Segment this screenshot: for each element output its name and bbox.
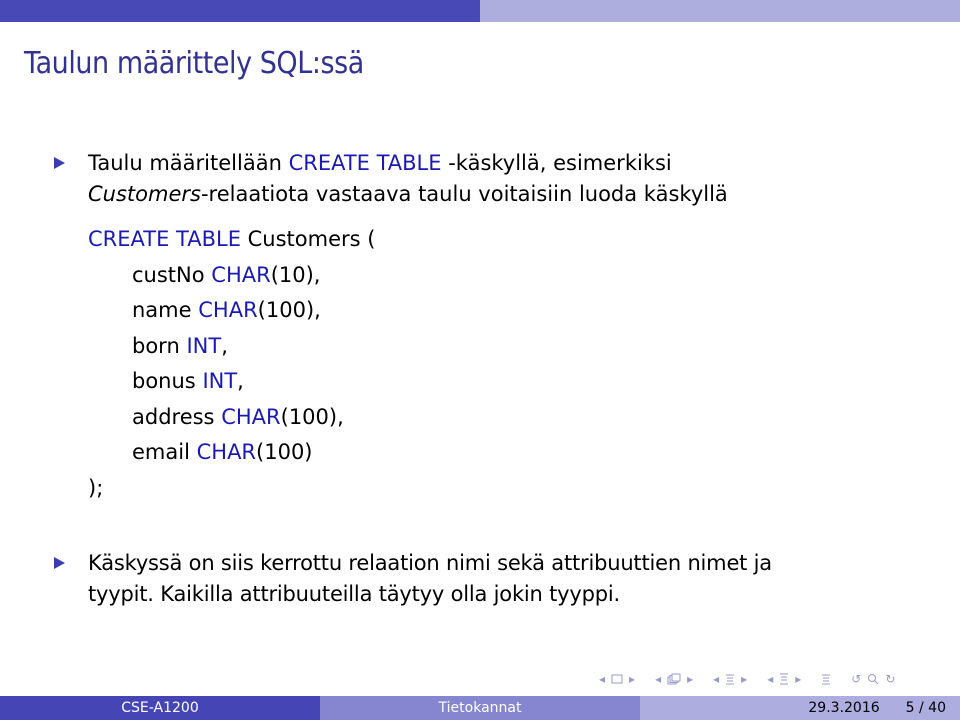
footer-bar: CSE-A1200 Tietokannat 29.3.2016 5 / 40 [0, 696, 960, 720]
nav-prev-document-icon[interactable]: ◂ [767, 672, 773, 686]
code-keyword: CREATE TABLE [88, 227, 241, 251]
nav-tools-group: ↺ ↻ [848, 672, 898, 686]
sql-code-block: CREATE TABLE Customers ( custNo CHAR(10)… [54, 222, 934, 506]
slide-content: Taulu määritellään CREATE TABLE -käskyll… [54, 148, 934, 506]
column-type: CHAR [221, 404, 281, 429]
footer-date: 29.3.2016 [808, 700, 880, 716]
column-type: CHAR [198, 298, 258, 322]
code-column: born INT, [88, 329, 934, 365]
column-type: INT [202, 369, 238, 393]
footer-course-text: CSE-A1200 [121, 700, 199, 716]
header-bar [0, 0, 960, 22]
bullet-triangle-icon [54, 557, 65, 569]
nav-back-icon[interactable]: ↺ [851, 672, 861, 686]
header-bar-left [0, 0, 480, 22]
nav-section-group: ◂ ▸ [710, 672, 750, 686]
column-name: born [132, 333, 180, 358]
nav-subsection-icon[interactable] [667, 673, 681, 685]
column-args: , [237, 369, 244, 393]
header-bar-right [480, 0, 960, 22]
beamer-navigation-bar: ◂ ▸ ◂ ▸ ◂ ▸ ◂ ▸ ↺ ↻ [596, 672, 912, 686]
code-column: bonus INT, [88, 364, 934, 400]
column-name: bonus [132, 369, 196, 393]
nav-prev-section-icon[interactable]: ◂ [713, 672, 719, 686]
nav-frame-icon[interactable] [611, 674, 623, 684]
nav-document-icon[interactable] [779, 673, 789, 685]
column-args: (100), [280, 404, 344, 429]
nav-prev-frame-icon[interactable]: ◂ [599, 672, 605, 686]
bullet1-text-post: -käskyllä, esimerkiksi [441, 151, 672, 175]
code-closing: ); [88, 475, 104, 500]
column-type: INT [186, 333, 222, 358]
column-type: CHAR [211, 262, 271, 287]
nav-appendix-group [818, 673, 834, 685]
code-header: CREATE TABLE Customers ( [88, 222, 934, 258]
footer-page-number: 5 / 40 [905, 700, 946, 716]
footer-course: CSE-A1200 [0, 696, 320, 720]
nav-next-frame-icon[interactable]: ▸ [629, 672, 635, 686]
code-column: custNo CHAR(10), [88, 258, 934, 294]
nav-next-subsection-icon[interactable]: ▸ [687, 672, 693, 686]
column-args: (100), [257, 298, 321, 322]
bullet2-line1: Käskyssä on siis kerrottu relaation nimi… [88, 551, 772, 575]
code-column: email CHAR(100) [88, 435, 934, 471]
bullet1-relation-name: Customers [88, 182, 201, 206]
footer-info: 29.3.2016 5 / 40 [640, 696, 960, 720]
footer-subject-text: Tietokannat [438, 700, 522, 716]
code-header-rest: Customers ( [240, 227, 376, 251]
slide-title: Taulun määrittely SQL:ssä [24, 46, 364, 81]
bullet1-text-pre: Taulu määritellään [88, 151, 289, 175]
column-name: custNo [132, 262, 205, 287]
nav-prev-subsection-icon[interactable]: ◂ [655, 672, 661, 686]
nav-forward-icon[interactable]: ↻ [885, 672, 895, 686]
bullet1-keyword: CREATE TABLE [288, 151, 442, 175]
code-column: address CHAR(100), [88, 400, 934, 436]
bullet-triangle-icon [54, 157, 65, 169]
nav-section-icon[interactable] [725, 673, 735, 685]
column-args: , [221, 333, 228, 358]
column-name: email [132, 440, 190, 464]
column-type: CHAR [196, 440, 257, 464]
column-args: (100) [256, 440, 313, 464]
bullet-item-2: Käskyssä on siis kerrottu relaation nimi… [54, 548, 960, 610]
nav-next-section-icon[interactable]: ▸ [741, 672, 747, 686]
nav-document-group: ◂ ▸ [764, 672, 804, 686]
bullet2-line2: tyypit. Kaikilla attribuuteilla täytyy o… [88, 582, 620, 606]
nav-next-document-icon[interactable]: ▸ [795, 672, 801, 686]
bullet-item-1: Taulu määritellään CREATE TABLE -käskyll… [54, 148, 934, 210]
code-column: name CHAR(100), [88, 293, 934, 329]
column-args: (10), [270, 262, 321, 287]
nav-subsection-group: ◂ ▸ [652, 672, 696, 686]
column-name: name [132, 298, 192, 322]
nav-frame-group: ◂ ▸ [596, 672, 638, 686]
footer-subject: Tietokannat [320, 696, 640, 720]
bullet1-line2: -relaatiota vastaava taulu voitaisiin lu… [200, 182, 728, 206]
nav-appendix-icon[interactable] [821, 673, 831, 685]
column-name: address [132, 404, 215, 429]
nav-search-icon[interactable] [867, 673, 879, 685]
